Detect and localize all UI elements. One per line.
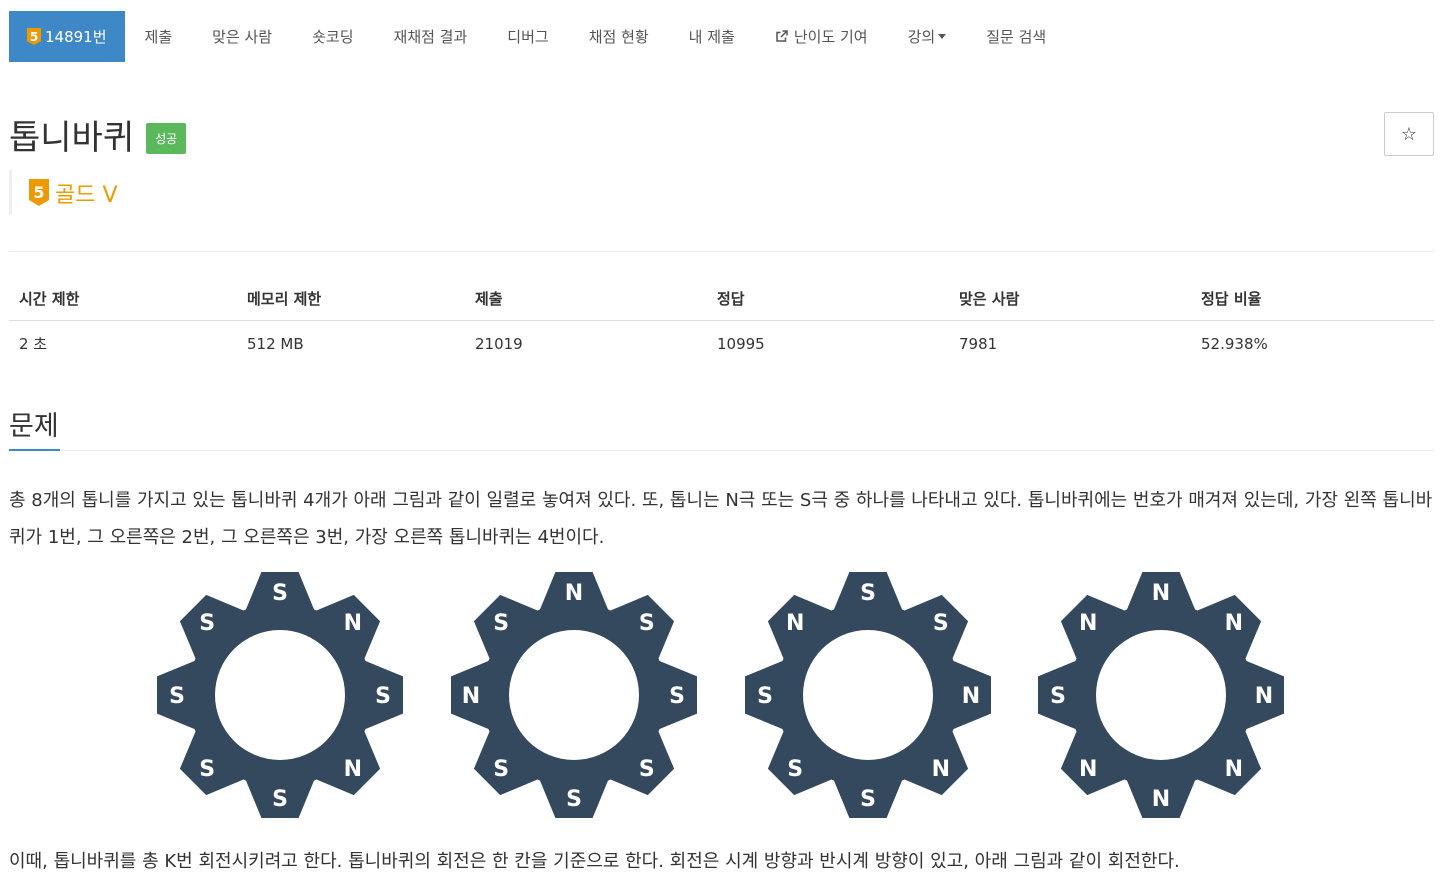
header-submissions: 제출 bbox=[465, 276, 707, 321]
gear-1: S N S N S S S S bbox=[157, 572, 403, 818]
gear-pole-label: N bbox=[962, 684, 980, 709]
gear-pole-label: S bbox=[169, 684, 185, 709]
submissions-value: 21019 bbox=[475, 334, 523, 353]
gear-pole-label: S bbox=[199, 611, 215, 636]
problem-description-paragraph: 총 8개의 톱니를 가지고 있는 톱니바퀴 4개가 아래 그림과 같이 일렬로 … bbox=[9, 490, 1433, 548]
gear-pole-label: S bbox=[669, 684, 685, 709]
tier-badge-icon: 5 bbox=[29, 179, 49, 206]
header-accept-ratio: 정답 비율 bbox=[1191, 276, 1434, 321]
gear-pole-label: N bbox=[932, 757, 950, 782]
favorite-star-button[interactable]: ☆ bbox=[1384, 112, 1434, 156]
gear-pole-label: S bbox=[639, 757, 655, 782]
problem-header: 톱니바퀴 성공 bbox=[9, 110, 187, 159]
tab-accepted-users[interactable]: 맞은 사람 bbox=[192, 11, 292, 62]
header-memory-limit: 메모리 제한 bbox=[237, 276, 465, 321]
gear-pole-label: N bbox=[344, 611, 362, 636]
gear-pole-label: N bbox=[1255, 684, 1273, 709]
lecture-label: 강의 bbox=[907, 28, 936, 46]
gear-body bbox=[451, 572, 697, 818]
tier-icon: 5 bbox=[27, 28, 41, 45]
section-title-underline bbox=[9, 449, 60, 451]
tab-debug[interactable]: 디버그 bbox=[487, 11, 568, 62]
time-limit-value: 2 초 bbox=[19, 335, 48, 353]
gear-pole-label: S bbox=[272, 787, 288, 812]
gear-pole-label: N bbox=[1225, 611, 1243, 636]
header-accepted: 정답 bbox=[707, 276, 949, 321]
gear-3: S S N N S S S N bbox=[745, 572, 991, 818]
gear-pole-label: N bbox=[1152, 581, 1170, 606]
divider bbox=[9, 251, 1434, 252]
gear-pole-label: N bbox=[786, 611, 804, 636]
caret-down-icon bbox=[938, 34, 947, 39]
gear-pole-label: S bbox=[639, 611, 655, 636]
memory-limit-value: 512 MB bbox=[247, 334, 304, 353]
gear-pole-label: S bbox=[860, 787, 876, 812]
gear-pole-label: N bbox=[462, 684, 480, 709]
gear-pole-label: N bbox=[344, 757, 362, 782]
tab-submit[interactable]: 제출 bbox=[125, 11, 193, 62]
gear-pole-label: N bbox=[1079, 757, 1097, 782]
problem-id-label: 14891번 bbox=[45, 28, 107, 46]
tab-my-submissions[interactable]: 내 제출 bbox=[669, 11, 755, 62]
accepted-users-value: 7981 bbox=[959, 334, 998, 353]
rotation-description-paragraph: 이때, 톱니바퀴를 총 K번 회전시키려고 한다. 톱니바퀴의 회전은 한 칸을… bbox=[9, 851, 1180, 872]
tab-short-coding[interactable]: 숏코딩 bbox=[292, 11, 373, 62]
gear-pole-label: N bbox=[1225, 757, 1243, 782]
tab-lecture-dropdown[interactable]: 강의 bbox=[888, 11, 967, 62]
header-accepted-users: 맞은 사람 bbox=[949, 276, 1191, 321]
section-title: 문제 bbox=[9, 411, 59, 442]
external-link-icon bbox=[776, 30, 788, 42]
gear-pole-label: S bbox=[787, 757, 803, 782]
difficulty-label: 난이도 기여 bbox=[793, 28, 868, 46]
status-badge: 성공 bbox=[146, 123, 187, 154]
gear-pole-label: S bbox=[566, 787, 582, 812]
gear-pole-label: S bbox=[493, 757, 509, 782]
problem-tier: 5 골드 V bbox=[9, 170, 118, 215]
table-header-row: 시간 제한 메모리 제한 제출 정답 맞은 사람 정답 비율 bbox=[9, 276, 1434, 321]
gear-pole-label: S bbox=[757, 684, 773, 709]
gear-pole-label: S bbox=[1050, 684, 1066, 709]
gear-pole-label: N bbox=[565, 581, 583, 606]
star-icon: ☆ bbox=[1400, 123, 1418, 145]
gear-2: N S S S S S N S bbox=[451, 572, 697, 818]
gear-pole-label: S bbox=[860, 581, 876, 606]
tier-label[interactable]: 골드 V bbox=[55, 177, 118, 209]
gear-pole-label: S bbox=[375, 684, 391, 709]
gear-body bbox=[745, 572, 991, 818]
gear-body bbox=[157, 572, 403, 818]
tab-question-search[interactable]: 질문 검색 bbox=[966, 11, 1066, 62]
tab-rejudge-results[interactable]: 재채점 결과 bbox=[374, 11, 488, 62]
gear-pole-label: S bbox=[199, 757, 215, 782]
accept-ratio-value: 52.938% bbox=[1201, 334, 1268, 353]
accepted-value: 10995 bbox=[717, 334, 765, 353]
gears-figure: S N S N S S S S N S S S S S N S S S N N S S S N N N N N N N S N bbox=[157, 572, 1284, 818]
header-time-limit: 시간 제한 bbox=[9, 276, 237, 321]
tab-status[interactable]: 채점 현황 bbox=[569, 11, 669, 62]
tab-difficulty-contribution[interactable]: 난이도 기여 bbox=[755, 11, 888, 62]
problem-info-table: 시간 제한 메모리 제한 제출 정답 맞은 사람 정답 비율 2 초 512 M… bbox=[9, 276, 1434, 366]
gear-pole-label: S bbox=[493, 611, 509, 636]
gear-pole-label: S bbox=[272, 581, 288, 606]
gear-pole-label: N bbox=[1079, 611, 1097, 636]
problem-title: 톱니바퀴 bbox=[9, 118, 135, 158]
gear-4: N N N N N N S N bbox=[1038, 572, 1284, 818]
problem-menu: 5 14891번 제출 맞은 사람 숏코딩 재채점 결과 디버그 채점 현황 내… bbox=[9, 11, 1066, 62]
gear-pole-label: N bbox=[1152, 787, 1170, 812]
gear-pole-label: S bbox=[933, 611, 949, 636]
tab-problem[interactable]: 5 14891번 bbox=[9, 11, 125, 62]
section-divider bbox=[9, 450, 1434, 451]
table-row: 2 초 512 MB 21019 10995 7981 52.938% bbox=[9, 321, 1434, 367]
gear-body bbox=[1038, 572, 1284, 818]
